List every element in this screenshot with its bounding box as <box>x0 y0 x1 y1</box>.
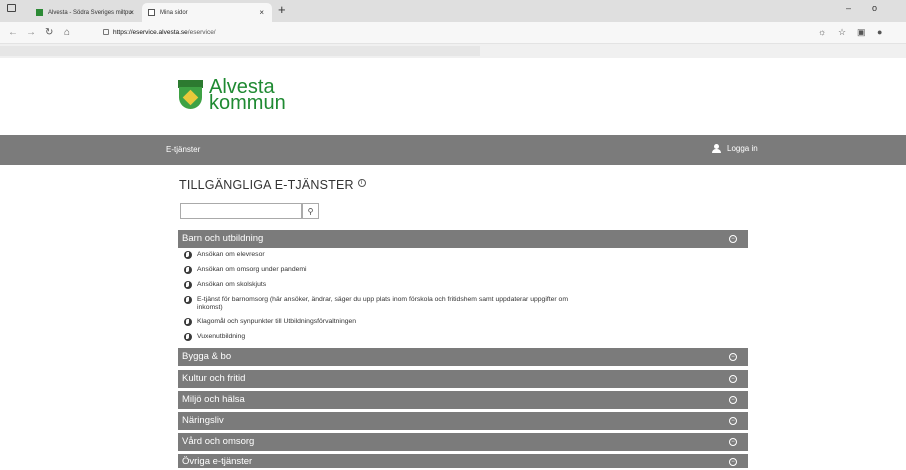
service-item[interactable]: Klagomål och synpunkter till Utbildnings… <box>184 318 557 326</box>
category-barn-och-utbildning[interactable]: Barn och utbildning − <box>178 230 748 248</box>
category-naringsliv[interactable]: Näringsliv − <box>178 412 748 430</box>
reload-icon[interactable]: ↻ <box>45 27 53 38</box>
site-nav-bar: E-tjänster Logga in <box>0 135 906 165</box>
back-icon[interactable]: ← <box>8 27 18 38</box>
page-favicon-icon <box>148 9 155 16</box>
globe-icon <box>184 251 192 259</box>
tab-label: Alvesta - Södra Sveriges miltpu <box>48 9 132 16</box>
globe-icon <box>184 296 192 304</box>
profile-icon[interactable]: ● <box>877 27 882 37</box>
bookmarks-bar <box>0 44 906 58</box>
login-button[interactable]: Logga in <box>712 144 758 153</box>
maximize-button[interactable]: o <box>872 3 877 13</box>
category-label: Miljö och hälsa <box>182 394 245 405</box>
url-field[interactable]: https://eservice.alvesta.se/eservice/ <box>103 29 216 36</box>
service-link[interactable]: Ansökan om skolskjuts <box>197 281 557 289</box>
collapse-toggle-icon[interactable]: − <box>729 235 737 243</box>
read-aloud-icon[interactable]: ☼ <box>818 27 826 37</box>
close-icon[interactable]: × <box>259 8 264 17</box>
address-bar: ← → ↻ ⌂ https://eservice.alvesta.se/eser… <box>0 22 906 44</box>
browser-tab-alvesta[interactable]: Alvesta - Södra Sveriges miltpu × <box>30 3 142 22</box>
service-item[interactable]: Ansökan om elevresor <box>184 251 557 259</box>
globe-icon <box>184 266 192 274</box>
service-link[interactable]: Ansökan om elevresor <box>197 251 557 259</box>
lock-icon <box>103 29 109 36</box>
expand-toggle-icon[interactable]: − <box>729 458 737 466</box>
category-label: Näringsliv <box>182 415 224 426</box>
minimize-button[interactable]: – <box>846 3 851 13</box>
logo-line-2: kommun <box>209 92 286 114</box>
expand-toggle-icon[interactable]: − <box>729 438 737 446</box>
category-vard-och-omsorg[interactable]: Vård och omsorg − <box>178 433 748 451</box>
service-item[interactable]: E-tjänst för barnomsorg (här ansöker, än… <box>184 296 569 312</box>
expand-toggle-icon[interactable]: − <box>729 375 737 383</box>
page-title: TILLGÄNGLIGA E-TJÄNSTER i <box>179 178 366 192</box>
search-input[interactable] <box>180 203 302 219</box>
tab-label: Mina sidor <box>160 9 188 16</box>
expand-toggle-icon[interactable]: − <box>729 396 737 404</box>
service-link[interactable]: Klagomål och synpunkter till Utbildnings… <box>197 318 557 326</box>
home-icon[interactable]: ⌂ <box>64 27 70 38</box>
service-item[interactable]: Ansökan om omsorg under pandemi <box>184 266 557 274</box>
expand-toggle-icon[interactable]: − <box>729 417 737 425</box>
globe-icon <box>184 333 192 341</box>
url-host: https://eservice.alvesta.se <box>113 29 188 36</box>
category-miljo-och-halsa[interactable]: Miljö och hälsa − <box>178 391 748 409</box>
service-item[interactable]: Ansökan om skolskjuts <box>184 281 557 289</box>
service-link[interactable]: Vuxenutbildning <box>197 333 557 341</box>
category-label: Övriga e-tjänster <box>182 456 253 467</box>
category-ovriga-e-tjanster[interactable]: Övriga e-tjänster − <box>178 454 748 468</box>
favorites-icon[interactable]: ☆ <box>838 27 846 38</box>
category-label: Bygga & bo <box>182 351 232 362</box>
url-path: /eservice/ <box>187 29 216 36</box>
expand-toggle-icon[interactable]: − <box>729 353 737 361</box>
page-title-text: TILLGÄNGLIGA E-TJÄNSTER <box>179 178 354 192</box>
category-bygga-bo[interactable]: Bygga & bo − <box>178 348 748 366</box>
globe-icon <box>184 281 192 289</box>
logo-text: Alvesta kommun <box>209 77 286 114</box>
window-menu-icon[interactable] <box>7 4 16 12</box>
info-icon[interactable]: i <box>357 178 366 187</box>
service-link[interactable]: Ansökan om omsorg under pandemi <box>197 266 557 274</box>
collections-icon[interactable]: ▣ <box>857 27 866 38</box>
browser-tab-bar: Alvesta - Södra Sveriges miltpu × Mina s… <box>0 0 906 22</box>
alvesta-favicon-icon <box>36 9 43 16</box>
forward-icon[interactable]: → <box>26 27 36 38</box>
user-icon <box>712 144 721 153</box>
service-item[interactable]: Vuxenutbildning <box>184 333 557 341</box>
category-kultur-och-fritid[interactable]: Kultur och fritid − <box>178 370 748 388</box>
nav-etjanster-link[interactable]: E-tjänster <box>166 145 200 154</box>
browser-tab-mina-sidor[interactable]: Mina sidor × <box>142 3 272 22</box>
site-logo[interactable]: Alvesta kommun <box>178 77 286 114</box>
globe-icon <box>184 318 192 326</box>
service-link[interactable]: E-tjänst för barnomsorg (här ansöker, än… <box>197 296 569 312</box>
search-icon: ⚲ <box>307 206 314 216</box>
close-icon[interactable]: × <box>129 8 134 17</box>
alvesta-crest-icon <box>178 80 203 110</box>
category-label: Kultur och fritid <box>182 373 246 384</box>
category-label: Vård och omsorg <box>182 436 255 447</box>
bookmarks-bar-background <box>0 46 480 56</box>
search-button[interactable]: ⚲ <box>302 203 319 219</box>
category-label: Barn och utbildning <box>182 233 264 244</box>
login-label: Logga in <box>727 144 758 153</box>
new-tab-button[interactable]: + <box>278 2 286 17</box>
